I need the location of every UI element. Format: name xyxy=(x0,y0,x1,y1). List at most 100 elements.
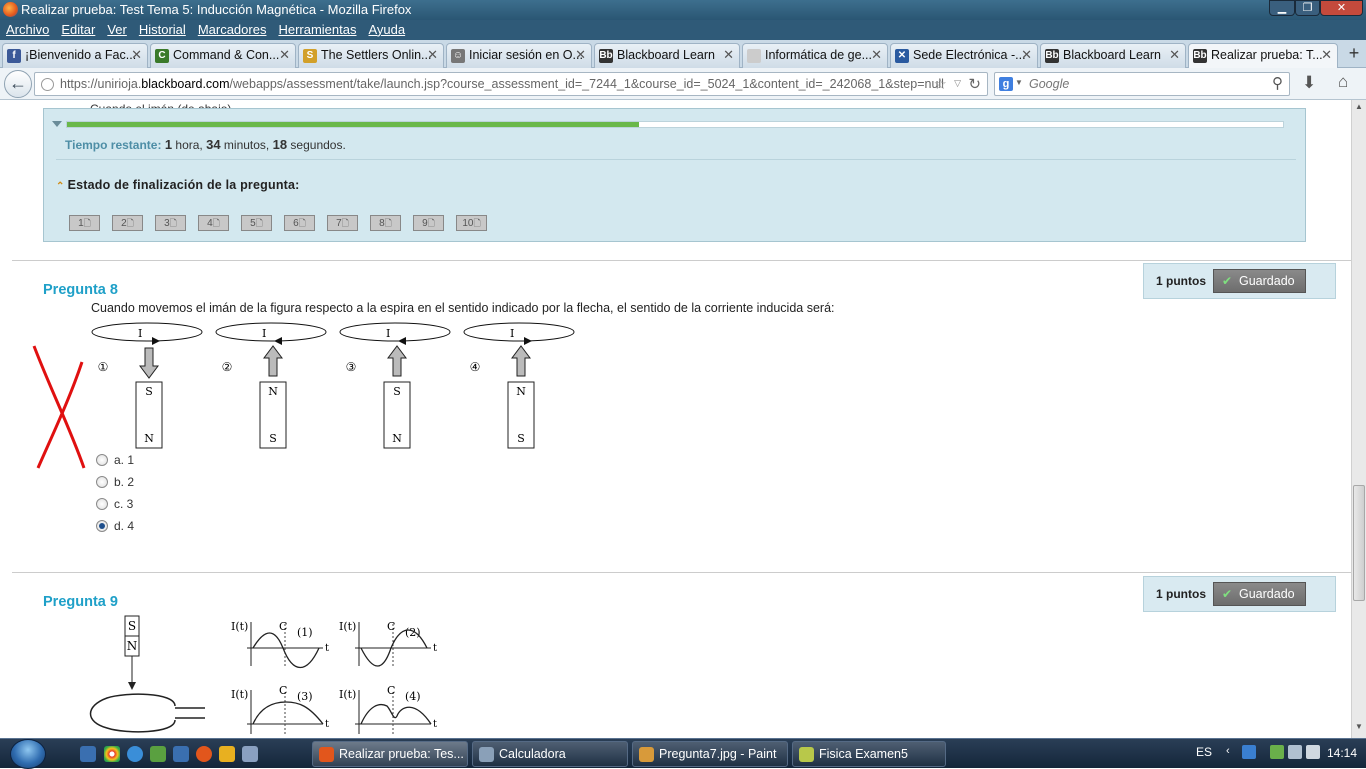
radio-button[interactable] xyxy=(96,454,108,466)
tab-7[interactable]: ✕ Sede Electrónica -... ✕ xyxy=(890,43,1038,68)
start-button[interactable] xyxy=(10,739,46,769)
taskbar-item-1[interactable]: Realizar prueba: Tes... xyxy=(312,741,468,767)
tab-4[interactable]: ☺ Iniciar sesión en O... ✕ xyxy=(446,43,592,68)
tab-8[interactable]: Bb Blackboard Learn ✕ xyxy=(1040,43,1186,68)
dropdown-arrow-icon[interactable]: ▽ xyxy=(954,78,961,89)
answer-option[interactable]: a. 1 xyxy=(96,453,134,467)
answer-option[interactable]: c. 3 xyxy=(96,497,133,511)
radio-button[interactable] xyxy=(96,476,108,488)
menu-historial[interactable]: Historial xyxy=(133,20,192,37)
tab-close-icon[interactable]: ✕ xyxy=(131,44,142,66)
current-loop xyxy=(463,322,575,342)
back-button[interactable]: ← xyxy=(4,70,32,98)
menu-archivo[interactable]: Archivo xyxy=(0,20,55,37)
axis-y-label: I(t) xyxy=(339,688,356,701)
tab-close-icon[interactable]: ✕ xyxy=(1021,44,1032,66)
menu-herramientas[interactable]: Herramientas xyxy=(272,20,362,37)
scroll-down-icon[interactable]: ▼ xyxy=(1353,722,1365,736)
question-nav-button-8[interactable]: 8🗋 xyxy=(370,215,401,231)
bookmark-star-icon[interactable]: ☆ xyxy=(934,75,947,93)
close-window-button[interactable]: ✕ xyxy=(1320,0,1363,16)
tab-close-icon[interactable]: ✕ xyxy=(427,44,438,66)
axis-x-label: t xyxy=(433,719,437,730)
search-bar[interactable]: g ▼ Google ⚲ xyxy=(994,72,1290,96)
network-icon[interactable] xyxy=(1288,745,1302,759)
tab-6[interactable]: Informática de ge... ✕ xyxy=(742,43,888,68)
question-nav-button-7[interactable]: 7🗋 xyxy=(327,215,358,231)
language-indicator[interactable]: ES xyxy=(1196,745,1212,759)
radio-button[interactable] xyxy=(96,520,108,532)
answer-option[interactable]: d. 4 xyxy=(96,519,134,533)
volume-icon[interactable] xyxy=(1306,745,1320,759)
tab-close-icon[interactable]: ✕ xyxy=(1321,44,1332,66)
current-loop xyxy=(215,322,327,342)
saved-button[interactable]: ✔ Guardado xyxy=(1213,582,1306,606)
search-icon[interactable]: ⚲ xyxy=(1272,74,1283,92)
scrollbar-thumb[interactable] xyxy=(1353,485,1365,601)
tab-bar: f ¡Bienvenido a Fac... ✕ C Command & Con... ✕… xyxy=(0,40,1366,68)
firefox-taskbar-icon[interactable] xyxy=(196,746,212,762)
collapse-triangle-icon[interactable] xyxy=(52,121,62,127)
menu-marcadores[interactable]: Marcadores xyxy=(192,20,273,37)
taskbar-item-3[interactable]: Pregunta7.jpg - Paint xyxy=(632,741,788,767)
question-nav-button-9[interactable]: 9🗋 xyxy=(413,215,444,231)
battery-icon[interactable] xyxy=(1270,745,1284,759)
bluetooth-icon[interactable] xyxy=(1242,745,1256,759)
graph-2: I(t) t C (2) xyxy=(339,620,437,668)
tab-5[interactable]: Bb Blackboard Learn ✕ xyxy=(594,43,740,68)
taskbar-item-2[interactable]: Calculadora xyxy=(472,741,628,767)
check-icon: ✔ xyxy=(1222,274,1233,288)
home-icon[interactable]: ⌂ xyxy=(1338,72,1348,92)
question-nav-button-1[interactable]: 1🗋 xyxy=(69,215,100,231)
question-nav-button-5[interactable]: 5🗋 xyxy=(241,215,272,231)
tab-1[interactable]: f ¡Bienvenido a Fac... ✕ xyxy=(2,43,148,68)
taskbar-app-icon xyxy=(799,747,814,762)
question-nav-button-3[interactable]: 3🗋 xyxy=(155,215,186,231)
question-nav-button-4[interactable]: 4🗋 xyxy=(198,215,229,231)
menu-editar[interactable]: Editar xyxy=(55,20,101,37)
tab-label: Blackboard Learn xyxy=(1063,48,1161,62)
media-player-icon[interactable] xyxy=(219,746,235,762)
explorer-icon[interactable] xyxy=(173,746,189,762)
answer-option[interactable]: b. 2 xyxy=(96,475,134,489)
app-icon[interactable] xyxy=(150,746,166,762)
chrome-icon[interactable] xyxy=(104,746,120,762)
scroll-up-icon[interactable]: ▲ xyxy=(1353,102,1365,116)
tab-close-icon[interactable]: ✕ xyxy=(1169,44,1180,66)
completion-status-heading[interactable]: ⌃ Estado de finalización de la pregunta: xyxy=(56,178,300,192)
maximize-button[interactable]: ❐ xyxy=(1295,0,1320,16)
tab-close-icon[interactable]: ✕ xyxy=(575,44,586,66)
new-tab-button[interactable]: + xyxy=(1344,43,1364,65)
taskbar-item-4[interactable]: Fisica Examen5 xyxy=(792,741,946,767)
tray-chevron-icon[interactable]: ‹ xyxy=(1226,745,1230,757)
tab-close-icon[interactable]: ✕ xyxy=(723,44,734,66)
timer-panel: Tiempo restante: 1 hora, 34 minutos, 18 … xyxy=(43,108,1306,242)
reload-icon[interactable]: ↻ xyxy=(968,75,981,93)
menu-ver[interactable]: Ver xyxy=(101,20,133,37)
question-nav-button-6[interactable]: 6🗋 xyxy=(284,215,315,231)
clock[interactable]: 14:14 xyxy=(1327,746,1357,760)
minimize-button[interactable]: ▁ xyxy=(1269,0,1295,16)
app-cube-icon[interactable] xyxy=(242,746,258,762)
question-nav-button-2[interactable]: 2🗋 xyxy=(112,215,143,231)
page-icon: 🗋 xyxy=(427,218,435,228)
ie-icon[interactable] xyxy=(127,746,143,762)
tab-9[interactable]: Bb Realizar prueba: T... ✕ xyxy=(1188,43,1338,68)
tab-2[interactable]: C Command & Con... ✕ xyxy=(150,43,296,68)
collapse-chevron-icon: ⌃ xyxy=(56,181,65,192)
search-engine-dropdown-icon[interactable]: ▼ xyxy=(1015,78,1023,87)
tab-close-icon[interactable]: ✕ xyxy=(871,44,882,66)
saved-button[interactable]: ✔ Guardado xyxy=(1213,269,1306,293)
download-icon[interactable]: ⬇ xyxy=(1302,73,1316,93)
question-nav-button-10[interactable]: 10🗋 xyxy=(456,215,487,231)
time-progress-fill xyxy=(67,122,639,127)
radio-button[interactable] xyxy=(96,498,108,510)
current-label: I xyxy=(138,327,142,340)
tab-3[interactable]: S The Settlers Onlin... ✕ xyxy=(298,43,444,68)
show-desktop-icon[interactable] xyxy=(80,746,96,762)
vertical-scrollbar[interactable]: ▲ ▼ xyxy=(1351,100,1366,738)
menu-ayuda[interactable]: Ayuda xyxy=(362,20,411,37)
tab-close-icon[interactable]: ✕ xyxy=(279,44,290,66)
motion-arrow xyxy=(387,345,407,377)
url-bar[interactable]: https://unirioja.blackboard.com/webapps/… xyxy=(34,72,988,96)
